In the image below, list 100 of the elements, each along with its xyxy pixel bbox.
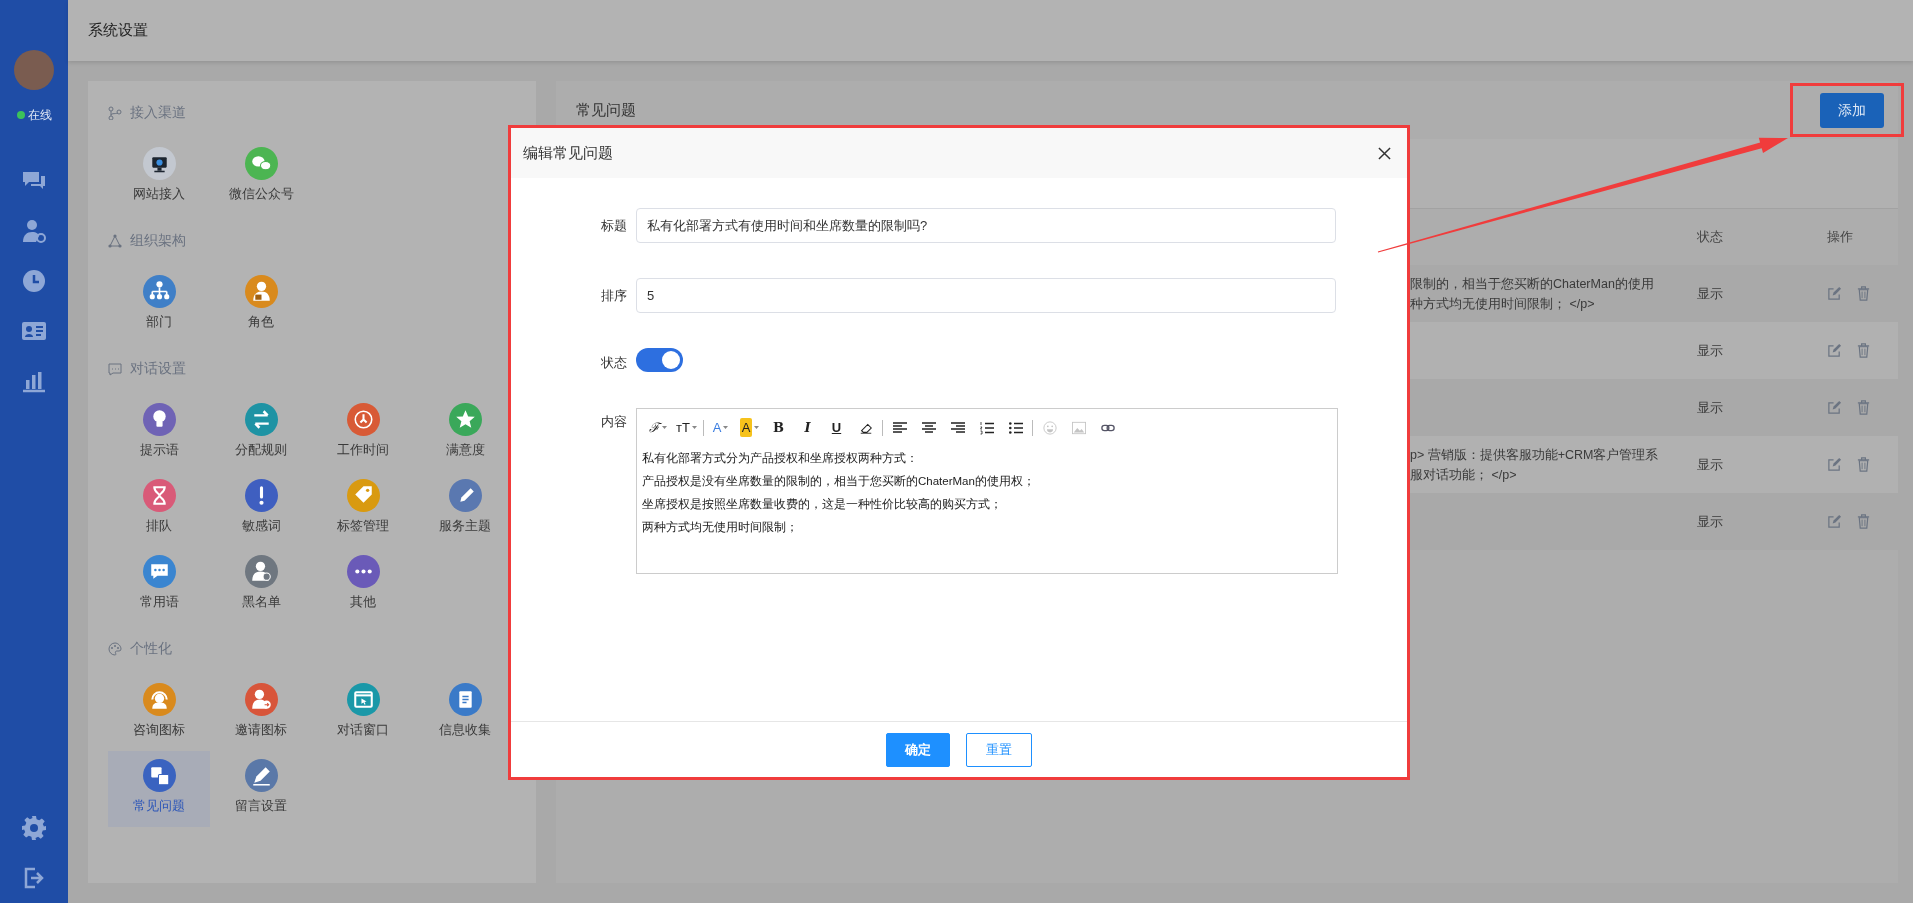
clock-icon[interactable] xyxy=(21,268,47,294)
table-cell-text: 显示 xyxy=(1697,455,1724,474)
add-button[interactable]: 添加 xyxy=(1820,92,1884,128)
trash-icon[interactable] xyxy=(1856,286,1871,301)
avatar xyxy=(14,50,54,90)
toolbar-button[interactable]: A xyxy=(735,415,764,440)
hourglass-icon xyxy=(142,479,176,512)
pen-icon xyxy=(244,759,278,792)
toggle-switch[interactable] xyxy=(636,348,683,372)
settings-item[interactable]: 角色 xyxy=(210,267,312,343)
settings-item[interactable]: 标签管理 xyxy=(312,471,414,547)
paragraph: 两种方式均无使用时间限制； xyxy=(641,519,799,535)
chat-box-icon xyxy=(108,362,122,376)
field-label: 标题 xyxy=(600,216,627,235)
paragraph: 私有化部署方式分为产品授权和坐席授权两种方式： xyxy=(641,450,919,466)
settings-item[interactable]: 常用语 xyxy=(108,547,210,623)
settings-item[interactable]: 网站接入 xyxy=(108,139,210,215)
dialog-title: 编辑常见问题 xyxy=(523,142,613,163)
table-cell-text: 显示 xyxy=(1697,512,1724,531)
squares-icon xyxy=(142,759,176,792)
field-label: 状态 xyxy=(600,354,627,372)
settings-item[interactable]: 对话窗口 xyxy=(312,675,414,751)
page-title: 系统设置 xyxy=(88,20,148,41)
headset-icon xyxy=(142,683,176,716)
dots-icon xyxy=(346,555,380,588)
toolbar-button[interactable]: B xyxy=(764,415,793,440)
panel-title: 常见问题 xyxy=(576,99,636,120)
align-left-icon xyxy=(892,420,907,435)
speech-bubble-icon xyxy=(142,555,176,588)
document-icon xyxy=(448,683,482,716)
field-label: 排序 xyxy=(600,286,627,305)
lightbulb-icon xyxy=(142,403,176,436)
person-lock-icon xyxy=(244,275,278,308)
pencil-icon xyxy=(448,479,482,512)
trash-icon[interactable] xyxy=(1856,343,1871,358)
window-icon xyxy=(346,683,380,716)
bullet-list-icon xyxy=(1008,420,1023,435)
trash-icon[interactable] xyxy=(1856,514,1871,529)
text-field[interactable]: 5 xyxy=(636,278,1336,313)
nodes-icon xyxy=(108,234,122,248)
align-center-icon xyxy=(921,420,936,435)
settings-item[interactable]: 服务主题 xyxy=(414,471,516,547)
swap-arrows-icon xyxy=(244,403,278,436)
toolbar-button[interactable]: I xyxy=(793,415,822,440)
settings-item[interactable]: 留言设置 xyxy=(210,751,312,827)
field-label: 内容 xyxy=(600,412,627,431)
table-cell-text: 服对话功能； </p> xyxy=(1410,466,1518,484)
text-field[interactable]: 私有化部署方式有使用时间和坐席数量的限制吗? xyxy=(636,208,1336,243)
section-title: 对话设置 xyxy=(130,359,186,378)
settings-item[interactable]: 排队 xyxy=(108,471,210,547)
settings-item[interactable]: 敏感词 xyxy=(210,471,312,547)
trash-icon[interactable] xyxy=(1856,400,1871,415)
align-right-icon xyxy=(950,420,965,435)
reset-button[interactable]: 重置 xyxy=(966,732,1032,767)
table-cell-text: 显示 xyxy=(1697,284,1724,303)
table-cell-text: 显示 xyxy=(1697,341,1724,360)
image-icon xyxy=(1071,420,1086,435)
status-text: 在线 xyxy=(27,107,52,124)
section-title: 组织架构 xyxy=(130,231,186,250)
settings-item[interactable]: 其他 xyxy=(312,547,414,623)
table-cell-text: 限制的，相当于您买断的ChaterMan的使用 xyxy=(1410,275,1655,293)
paragraph: 产品授权是没有坐席数量的限制的，相当于您买断的ChaterMan的使用权； xyxy=(641,473,1036,489)
edit-icon[interactable] xyxy=(1827,343,1842,358)
settings-item[interactable]: 常见问题 xyxy=(108,751,210,827)
smiley-icon xyxy=(1042,420,1057,435)
edit-icon[interactable] xyxy=(1827,514,1842,529)
edit-icon[interactable] xyxy=(1827,457,1842,472)
chat-bubbles-icon xyxy=(244,147,278,180)
branch-icon xyxy=(108,106,122,120)
toolbar-button[interactable]: U xyxy=(822,415,851,440)
confirm-button[interactable]: 确定 xyxy=(886,732,950,767)
paragraph: 坐席授权是按照坐席数量收费的，这是一种性价比较高的购买方式； xyxy=(641,496,1003,512)
table-cell-text: p> 营销版：提供客服功能+CRM客户管理系 xyxy=(1410,446,1660,464)
close-icon[interactable] xyxy=(1378,146,1391,160)
table-cell-text: 种方式均无使用时间限制； </p> xyxy=(1410,295,1596,313)
settings-item[interactable]: 邀请图标 xyxy=(210,675,312,751)
edit-icon[interactable] xyxy=(1827,400,1842,415)
toolbar-button[interactable]: ℱ xyxy=(643,415,672,440)
trash-icon[interactable] xyxy=(1856,457,1871,472)
alarm-clock-icon xyxy=(346,403,380,436)
settings-item[interactable]: 黑名单 xyxy=(210,547,312,623)
settings-item[interactable]: 咨询图标 xyxy=(108,675,210,751)
table-cell-text: 显示 xyxy=(1697,398,1724,417)
column-header: 操作 xyxy=(1827,228,1854,247)
section-title: 接入渠道 xyxy=(130,103,186,122)
edit-icon[interactable] xyxy=(1827,286,1842,301)
palette-icon xyxy=(108,642,122,656)
settings-item[interactable]: 工作时间 xyxy=(312,395,414,471)
rich-text-editor[interactable]: ℱ ᴛT A A B I U 私有化部署方式分为产品授权和坐席授权两种方式： 产品授权是没有坐席数量的限制的，相当于您买断的ChaterMan的使用权； 坐席授权是按照坐席数量收费的，这是一种性价比较高的购买方式； 两种方式均无使用时间限制； xyxy=(636,407,1338,574)
settings-item[interactable]: 分配规则 xyxy=(210,395,312,471)
toolbar-button[interactable]: ᴛT xyxy=(672,415,701,440)
settings-icon[interactable] xyxy=(21,815,47,841)
toolbar-button[interactable]: A xyxy=(706,415,735,440)
column-header: 状态 xyxy=(1697,228,1724,247)
settings-item[interactable]: 提示语 xyxy=(108,395,210,471)
person-icon[interactable] xyxy=(21,218,47,244)
numbered-list-icon xyxy=(979,420,994,435)
settings-item[interactable]: 微信公众号 xyxy=(210,139,312,215)
exclamation-icon xyxy=(244,479,278,512)
settings-item[interactable]: 部门 xyxy=(108,267,210,343)
